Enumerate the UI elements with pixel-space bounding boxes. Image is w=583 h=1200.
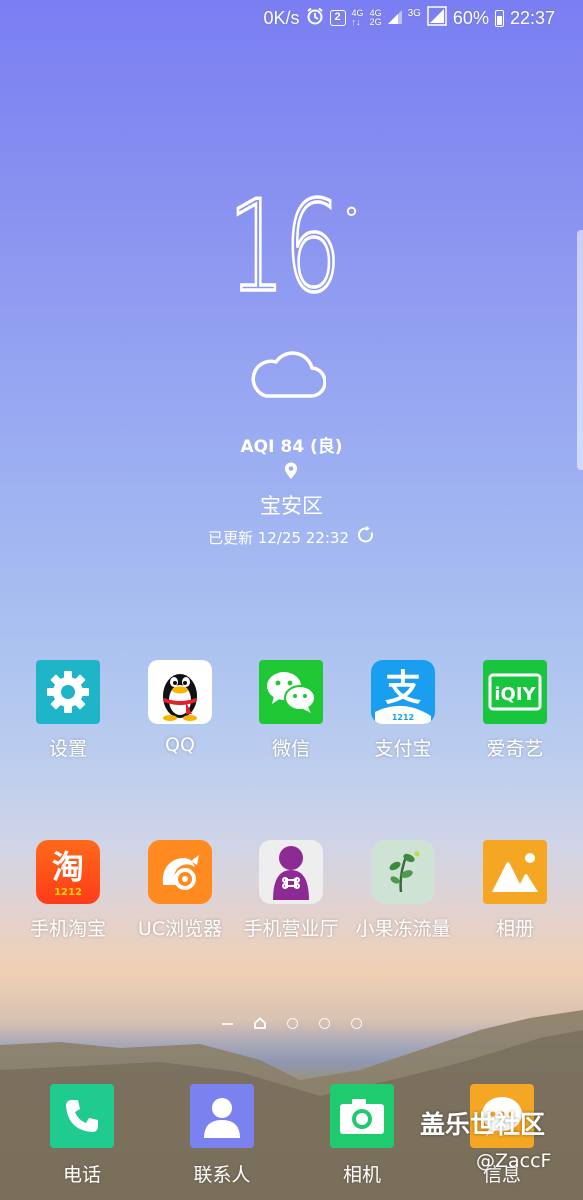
svg-text:16: 16 — [228, 194, 340, 294]
watermark-user: @ZaccF — [476, 1150, 552, 1172]
sim1-indicator: 4G ↑↓ — [351, 8, 364, 27]
temperature-digits: 16 — [226, 171, 344, 322]
app-label: 微信 — [271, 738, 310, 760]
gear-icon — [36, 660, 100, 724]
app-label: 联系人 — [193, 1164, 251, 1186]
app-iqiyi[interactable]: iQIY 爱奇艺 — [459, 660, 571, 761]
app-taobao[interactable]: 淘 1212 手机淘宝 — [12, 840, 124, 941]
app-label: 手机淘宝 — [29, 918, 106, 940]
camera-icon — [330, 1084, 394, 1148]
network-type: 3G — [407, 8, 421, 19]
page-indicator[interactable] — [0, 1014, 583, 1033]
temperature: 16 — [226, 171, 344, 322]
iqiyi-text: iQIY — [494, 684, 536, 705]
penguin-icon — [148, 660, 212, 724]
app-wechat[interactable]: 微信 — [235, 660, 347, 761]
app-label: 电话 — [62, 1164, 101, 1186]
location-pin-icon — [283, 462, 299, 484]
chat-bubbles-icon — [259, 660, 323, 724]
app-qq[interactable]: QQ — [124, 660, 236, 756]
app-label: 爱奇艺 — [486, 738, 544, 760]
app-label: 相册 — [495, 918, 534, 940]
app-label: 设置 — [48, 738, 87, 760]
watermark-site: 盖乐世社区 — [420, 1110, 546, 1139]
app-alipay[interactable]: 支 1212 支付宝 — [347, 660, 459, 761]
unicom-icon — [259, 840, 323, 904]
app-settings[interactable]: 设置 — [12, 660, 124, 761]
home-page-icon[interactable] — [253, 1014, 266, 1033]
app-unicom-hall[interactable]: 手机营业厅 — [235, 840, 347, 941]
app-label: 手机营业厅 — [243, 918, 339, 940]
svg-text:支: 支 — [385, 668, 421, 709]
signal-bars-icon-2 — [427, 5, 447, 31]
squirrel-icon — [148, 840, 212, 904]
battery-percent: 60% — [452, 7, 489, 28]
app-label: 支付宝 — [374, 738, 432, 760]
page-dot[interactable] — [350, 1018, 362, 1029]
app-gallery[interactable]: 相册 — [459, 840, 571, 941]
notification-count-badge: 2 — [329, 10, 346, 26]
page-dash-indicator[interactable] — [221, 1022, 233, 1025]
plant-icon — [371, 840, 435, 904]
updated-time: 已更新 12/25 22:32 — [208, 528, 349, 547]
alipay-icon: 支 1212 — [371, 660, 435, 724]
alarm-clock-icon — [306, 7, 324, 30]
contact-person-icon — [190, 1084, 254, 1148]
refresh-icon[interactable] — [357, 526, 375, 548]
app-camera[interactable]: 相机 — [306, 1084, 418, 1187]
taobao-char: 淘 — [52, 848, 84, 886]
sim2-indicator: 4G 2G — [369, 8, 382, 27]
updated-row: 已更新 12/25 22:32 — [0, 526, 583, 548]
app-contacts[interactable]: 联系人 — [166, 1084, 278, 1187]
signal-bars-icon — [387, 8, 402, 29]
battery-icon — [494, 9, 504, 27]
app-label: 小果冻流量 — [355, 918, 451, 940]
degree-symbol: ° — [344, 202, 359, 237]
app-phone[interactable]: 电话 — [26, 1084, 138, 1187]
phone-icon — [50, 1084, 114, 1148]
status-bar: 0K/s 2 4G ↑↓ 4G 2G 3G 60% 22:37 — [0, 0, 583, 36]
app-label: 相机 — [342, 1164, 381, 1186]
taobao-icon: 淘 1212 — [36, 840, 100, 904]
taobao-badge: 1212 — [54, 887, 82, 898]
app-uc-browser[interactable]: UC浏览器 — [124, 840, 236, 941]
app-label: QQ — [165, 734, 195, 756]
district-name: 宝安区 — [260, 494, 323, 518]
clock-time: 22:37 — [509, 7, 555, 28]
mountain-photo-icon — [483, 840, 547, 904]
network-speed: 0K/s — [263, 7, 300, 28]
app-label: UC浏览器 — [137, 918, 223, 940]
aqi-text: AQI 84 (良) — [240, 437, 343, 457]
iqiyi-icon: iQIY — [483, 660, 547, 724]
cloud-icon — [250, 348, 327, 404]
app-xiaoguodong[interactable]: 小果冻流量 — [347, 840, 459, 941]
alipay-badge-text: 1212 — [392, 713, 414, 722]
page-dot[interactable] — [286, 1018, 298, 1029]
page-dot[interactable] — [318, 1018, 330, 1029]
